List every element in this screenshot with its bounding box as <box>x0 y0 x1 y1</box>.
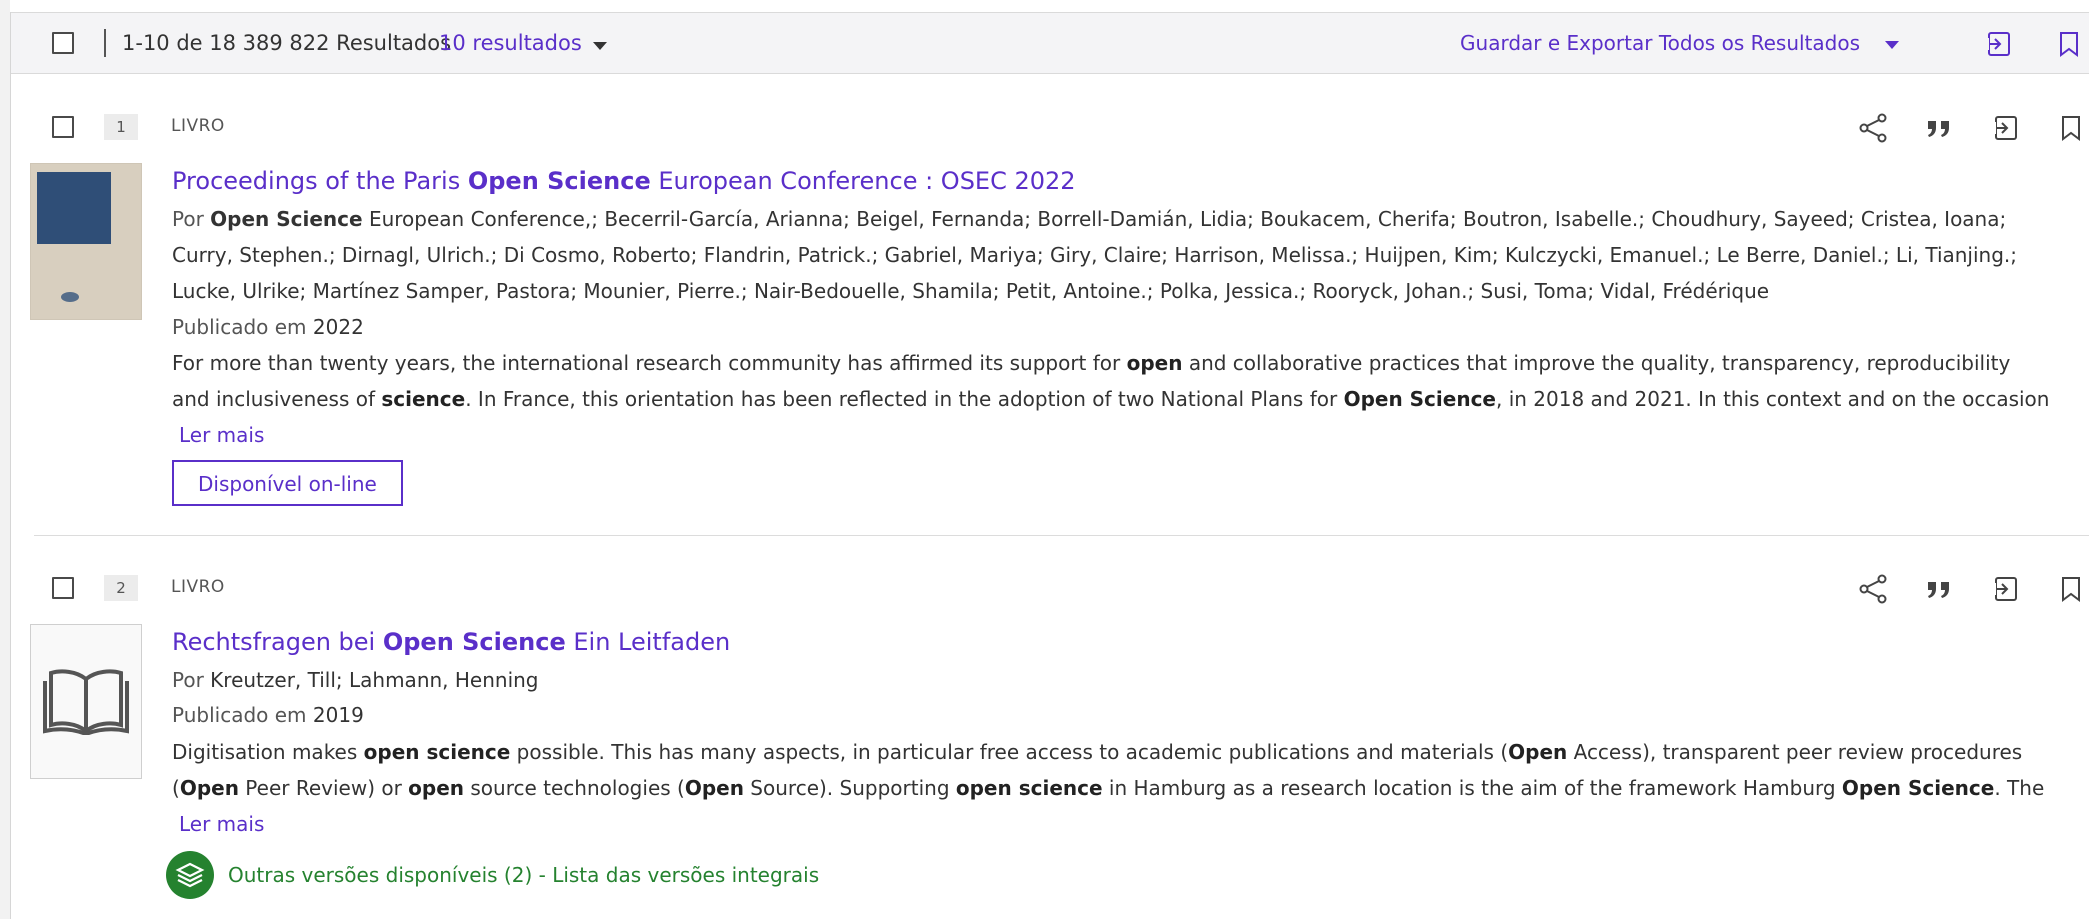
results-toolbar: 1-10 de 18 389 822 Resultados 10 resulta… <box>10 12 2089 74</box>
left-gutter <box>0 0 10 919</box>
quote-icon[interactable] <box>1914 108 1964 148</box>
result-abstract: For more than twenty years, the internat… <box>172 351 2050 411</box>
result-number: 2 <box>104 575 138 601</box>
results-count: 1-10 de 18 389 822 Resultados <box>122 31 452 55</box>
export-icon[interactable] <box>1980 108 2030 148</box>
result-actions <box>1848 108 2089 148</box>
result-abstract: Digitisation makes open science possible… <box>172 740 2045 800</box>
content-border <box>10 12 11 919</box>
quote-icon[interactable] <box>1914 569 1964 609</box>
result-number: 1 <box>104 114 138 140</box>
read-more-link[interactable]: Ler mais <box>179 423 264 447</box>
available-online-button[interactable]: Disponível on-line <box>172 460 403 506</box>
book-cover-placeholder[interactable] <box>30 624 142 779</box>
cover-title-block <box>37 172 111 244</box>
result-authors-line2: Curry, Stephen.; Dirnagl, Ulrich.; Di Co… <box>172 243 2018 267</box>
share-icon[interactable] <box>1848 569 1898 609</box>
other-versions-label: Outras versões disponíveis (2) - Lista d… <box>228 863 820 887</box>
bookmark-icon[interactable] <box>2053 28 2085 60</box>
cover-logo <box>61 292 79 302</box>
read-more-link[interactable]: Ler mais <box>179 812 264 836</box>
resource-type: LIVRO <box>171 577 225 597</box>
select-all-checkbox[interactable] <box>52 32 74 54</box>
per-page-selector[interactable]: 10 resultados <box>439 31 582 55</box>
result-title-link[interactable]: Proceedings of the Paris Open Science Eu… <box>172 167 1076 195</box>
result-actions <box>1848 569 2089 609</box>
result-checkbox[interactable] <box>52 577 74 599</box>
bookmark-icon[interactable] <box>2046 108 2089 148</box>
book-cover-thumbnail[interactable] <box>30 163 142 320</box>
layers-icon <box>166 851 214 899</box>
resource-type: LIVRO <box>171 116 225 136</box>
publication-date: Publicado em 2019 <box>172 703 364 727</box>
save-export-all-button[interactable]: Guardar e Exportar Todos os Resultados <box>1460 31 1860 55</box>
share-icon[interactable] <box>1848 108 1898 148</box>
result-authors: Por Kreutzer, Till; Lahmann, Henning <box>172 668 539 692</box>
result-title-link[interactable]: Rechtsfragen bei Open Science Ein Leitfa… <box>172 628 730 656</box>
result-authors-line3: Lucke, Ulrike; Martínez Samper, Pastora;… <box>172 279 1770 303</box>
result-checkbox[interactable] <box>52 116 74 138</box>
caret-down-icon[interactable] <box>593 42 607 50</box>
toolbar-separator <box>104 29 106 57</box>
caret-down-icon[interactable] <box>1885 41 1899 49</box>
export-icon[interactable] <box>1982 28 2014 60</box>
results-page: 1-10 de 18 389 822 Resultados 10 resulta… <box>0 0 2089 919</box>
result-authors: Por Open Science European Conference,; B… <box>172 207 2007 231</box>
publication-date: Publicado em 2022 <box>172 315 364 339</box>
other-versions-link[interactable]: Outras versões disponíveis (2) - Lista d… <box>166 851 819 899</box>
export-icon[interactable] <box>1980 569 2030 609</box>
result-divider <box>34 535 2089 536</box>
bookmark-icon[interactable] <box>2046 569 2089 609</box>
book-icon <box>43 665 129 739</box>
